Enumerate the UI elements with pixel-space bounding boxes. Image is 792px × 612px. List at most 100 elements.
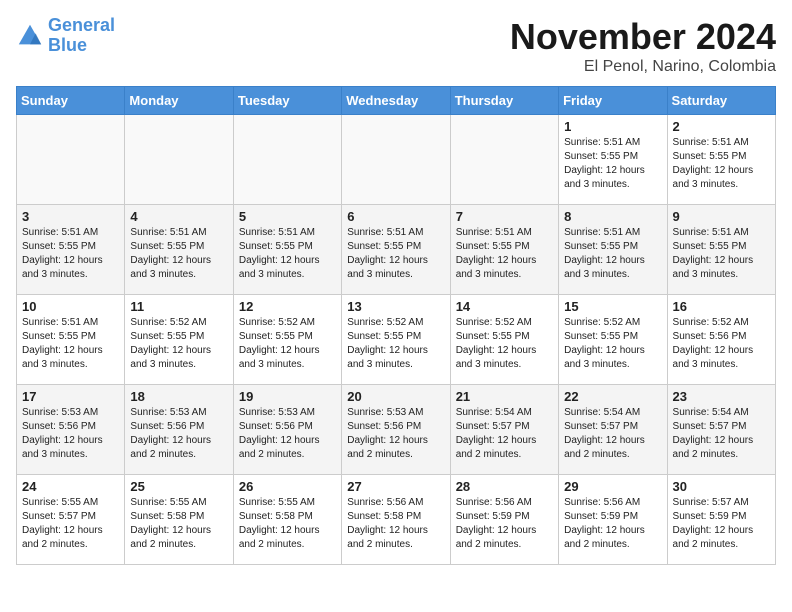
logo-line1: General <box>48 15 115 35</box>
calendar-day-6: 6 Sunrise: 5:51 AM Sunset: 5:55 PM Daylig… <box>342 205 450 295</box>
title-block: November 2024 El Penol, Narino, Colombia <box>510 16 776 76</box>
day-info: Sunrise: 5:57 AM Sunset: 5:59 PM Dayligh… <box>673 496 770 552</box>
logo: General Blue <box>16 16 115 56</box>
calendar-day-1: 1 Sunrise: 5:51 AM Sunset: 5:55 PM Daylig… <box>559 115 667 205</box>
day-info: Sunrise: 5:53 AM Sunset: 5:56 PM Dayligh… <box>22 406 119 462</box>
day-number: 11 <box>130 299 227 314</box>
calendar-day-29: 29 Sunrise: 5:56 AM Sunset: 5:59 PM Dayli… <box>559 475 667 565</box>
weekday-header-saturday: Saturday <box>667 87 775 115</box>
day-info: Sunrise: 5:56 AM Sunset: 5:59 PM Dayligh… <box>456 496 553 552</box>
day-number: 6 <box>347 209 444 224</box>
day-info: Sunrise: 5:51 AM Sunset: 5:55 PM Dayligh… <box>456 226 553 282</box>
calendar-week-1: 1 Sunrise: 5:51 AM Sunset: 5:55 PM Daylig… <box>17 115 776 205</box>
day-info: Sunrise: 5:55 AM Sunset: 5:57 PM Dayligh… <box>22 496 119 552</box>
day-number: 16 <box>673 299 770 314</box>
day-number: 5 <box>239 209 336 224</box>
day-number: 26 <box>239 479 336 494</box>
day-number: 28 <box>456 479 553 494</box>
calendar-empty <box>17 115 125 205</box>
day-number: 2 <box>673 119 770 134</box>
calendar-day-11: 11 Sunrise: 5:52 AM Sunset: 5:55 PM Dayli… <box>125 295 233 385</box>
day-number: 27 <box>347 479 444 494</box>
day-number: 13 <box>347 299 444 314</box>
day-number: 17 <box>22 389 119 404</box>
calendar-empty <box>125 115 233 205</box>
calendar-empty <box>450 115 558 205</box>
day-info: Sunrise: 5:51 AM Sunset: 5:55 PM Dayligh… <box>22 316 119 372</box>
calendar-day-23: 23Sunrise: 5:54 AM Sunset: 5:57 PM Dayli… <box>667 385 775 475</box>
calendar-day-3: 3 Sunrise: 5:51 AM Sunset: 5:55 PM Daylig… <box>17 205 125 295</box>
calendar-day-17: 17 Sunrise: 5:53 AM Sunset: 5:56 PM Dayli… <box>17 385 125 475</box>
calendar-day-4: 4 Sunrise: 5:51 AM Sunset: 5:55 PM Daylig… <box>125 205 233 295</box>
day-info: Sunrise: 5:54 AM Sunset: 5:57 PM Dayligh… <box>456 406 553 462</box>
day-number: 22 <box>564 389 661 404</box>
day-number: 15 <box>564 299 661 314</box>
calendar-day-9: 9 Sunrise: 5:51 AM Sunset: 5:55 PM Daylig… <box>667 205 775 295</box>
weekday-header-thursday: Thursday <box>450 87 558 115</box>
day-info: Sunrise: 5:53 AM Sunset: 5:56 PM Dayligh… <box>130 406 227 462</box>
day-number: 29 <box>564 479 661 494</box>
day-info: Sunrise: 5:53 AM Sunset: 5:56 PM Dayligh… <box>347 406 444 462</box>
day-number: 12 <box>239 299 336 314</box>
calendar-day-25: 25Sunrise: 5:55 AM Sunset: 5:58 PM Dayli… <box>125 475 233 565</box>
day-info: Sunrise: 5:51 AM Sunset: 5:55 PM Dayligh… <box>239 226 336 282</box>
weekday-header-monday: Monday <box>125 87 233 115</box>
day-info: Sunrise: 5:52 AM Sunset: 5:56 PM Dayligh… <box>673 316 770 372</box>
day-info: Sunrise: 5:51 AM Sunset: 5:55 PM Dayligh… <box>130 226 227 282</box>
calendar-day-10: 10 Sunrise: 5:51 AM Sunset: 5:55 PM Dayli… <box>17 295 125 385</box>
day-number: 7 <box>456 209 553 224</box>
day-number: 9 <box>673 209 770 224</box>
day-number: 21 <box>456 389 553 404</box>
day-number: 14 <box>456 299 553 314</box>
logo-line2: Blue <box>48 36 115 56</box>
day-info: Sunrise: 5:55 AM Sunset: 5:58 PM Dayligh… <box>130 496 227 552</box>
calendar-day-15: 15Sunrise: 5:52 AM Sunset: 5:55 PM Dayli… <box>559 295 667 385</box>
logo-text: General Blue <box>48 16 115 56</box>
calendar-day-26: 26 Sunrise: 5:55 AM Sunset: 5:58 PM Dayli… <box>233 475 341 565</box>
day-number: 3 <box>22 209 119 224</box>
calendar-empty <box>233 115 341 205</box>
calendar-day-16: 16 Sunrise: 5:52 AM Sunset: 5:56 PM Dayli… <box>667 295 775 385</box>
calendar-day-27: 27 Sunrise: 5:56 AM Sunset: 5:58 PM Dayli… <box>342 475 450 565</box>
day-info: Sunrise: 5:55 AM Sunset: 5:58 PM Dayligh… <box>239 496 336 552</box>
calendar-day-7: 7 Sunrise: 5:51 AM Sunset: 5:55 PM Daylig… <box>450 205 558 295</box>
calendar-day-2: 2 Sunrise: 5:51 AM Sunset: 5:55 PM Daylig… <box>667 115 775 205</box>
logo-icon <box>16 22 44 50</box>
calendar-day-22: 22Sunrise: 5:54 AM Sunset: 5:57 PM Dayli… <box>559 385 667 475</box>
day-info: Sunrise: 5:51 AM Sunset: 5:55 PM Dayligh… <box>673 136 770 192</box>
calendar-day-8: 8 Sunrise: 5:51 AM Sunset: 5:55 PM Daylig… <box>559 205 667 295</box>
day-number: 1 <box>564 119 661 134</box>
day-info: Sunrise: 5:56 AM Sunset: 5:58 PM Dayligh… <box>347 496 444 552</box>
calendar-day-28: 28 Sunrise: 5:56 AM Sunset: 5:59 PM Dayli… <box>450 475 558 565</box>
day-number: 4 <box>130 209 227 224</box>
day-number: 10 <box>22 299 119 314</box>
page-header: General Blue November 2024 El Penol, Nar… <box>16 16 776 76</box>
day-info: Sunrise: 5:56 AM Sunset: 5:59 PM Dayligh… <box>564 496 661 552</box>
month-title: November 2024 <box>510 16 776 58</box>
calendar-week-3: 10 Sunrise: 5:51 AM Sunset: 5:55 PM Dayli… <box>17 295 776 385</box>
calendar-week-4: 17 Sunrise: 5:53 AM Sunset: 5:56 PM Dayli… <box>17 385 776 475</box>
day-number: 20 <box>347 389 444 404</box>
calendar-week-5: 24Sunrise: 5:55 AM Sunset: 5:57 PM Dayli… <box>17 475 776 565</box>
day-info: Sunrise: 5:54 AM Sunset: 5:57 PM Dayligh… <box>673 406 770 462</box>
weekday-header-row: SundayMondayTuesdayWednesdayThursdayFrid… <box>17 87 776 115</box>
calendar-day-18: 18 Sunrise: 5:53 AM Sunset: 5:56 PM Dayli… <box>125 385 233 475</box>
day-number: 30 <box>673 479 770 494</box>
day-number: 18 <box>130 389 227 404</box>
calendar-day-30: 30 Sunrise: 5:57 AM Sunset: 5:59 PM Dayli… <box>667 475 775 565</box>
day-info: Sunrise: 5:51 AM Sunset: 5:55 PM Dayligh… <box>564 226 661 282</box>
day-info: Sunrise: 5:51 AM Sunset: 5:55 PM Dayligh… <box>347 226 444 282</box>
day-number: 8 <box>564 209 661 224</box>
day-info: Sunrise: 5:52 AM Sunset: 5:55 PM Dayligh… <box>456 316 553 372</box>
calendar-week-2: 3 Sunrise: 5:51 AM Sunset: 5:55 PM Daylig… <box>17 205 776 295</box>
day-info: Sunrise: 5:51 AM Sunset: 5:55 PM Dayligh… <box>22 226 119 282</box>
day-info: Sunrise: 5:51 AM Sunset: 5:55 PM Dayligh… <box>564 136 661 192</box>
day-info: Sunrise: 5:51 AM Sunset: 5:55 PM Dayligh… <box>673 226 770 282</box>
weekday-header-sunday: Sunday <box>17 87 125 115</box>
day-info: Sunrise: 5:52 AM Sunset: 5:55 PM Dayligh… <box>130 316 227 372</box>
calendar-day-14: 14 Sunrise: 5:52 AM Sunset: 5:55 PM Dayli… <box>450 295 558 385</box>
calendar-day-20: 20 Sunrise: 5:53 AM Sunset: 5:56 PM Dayli… <box>342 385 450 475</box>
calendar-empty <box>342 115 450 205</box>
calendar-table: SundayMondayTuesdayWednesdayThursdayFrid… <box>16 86 776 565</box>
day-info: Sunrise: 5:52 AM Sunset: 5:55 PM Dayligh… <box>239 316 336 372</box>
